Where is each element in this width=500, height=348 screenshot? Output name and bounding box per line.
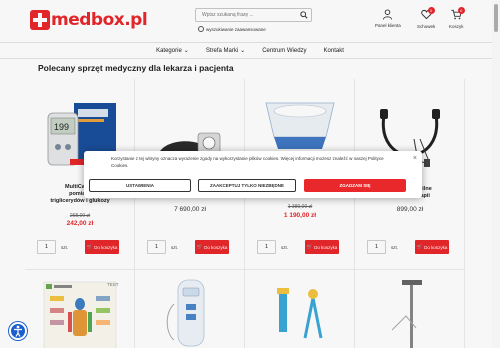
- close-icon[interactable]: ×: [413, 155, 417, 162]
- accept-all-button[interactable]: ZGADZAM SIĘ: [304, 179, 406, 192]
- accessibility-icon[interactable]: [9, 322, 27, 340]
- accept-necessary-button[interactable]: ZAAKCEPTUJ TYLKO NIEZBĘDNE: [198, 179, 296, 192]
- cookie-settings-button[interactable]: USTAWIENIA: [89, 179, 191, 192]
- cookie-consent-dialog: Korzystanie z tej witryny oznacza wyraże…: [84, 151, 422, 198]
- cookie-message: Korzystanie z tej witryny oznacza wyraże…: [111, 156, 384, 168]
- page-scrollbar[interactable]: [492, 0, 500, 348]
- scrollbar-thumb[interactable]: [494, 4, 498, 32]
